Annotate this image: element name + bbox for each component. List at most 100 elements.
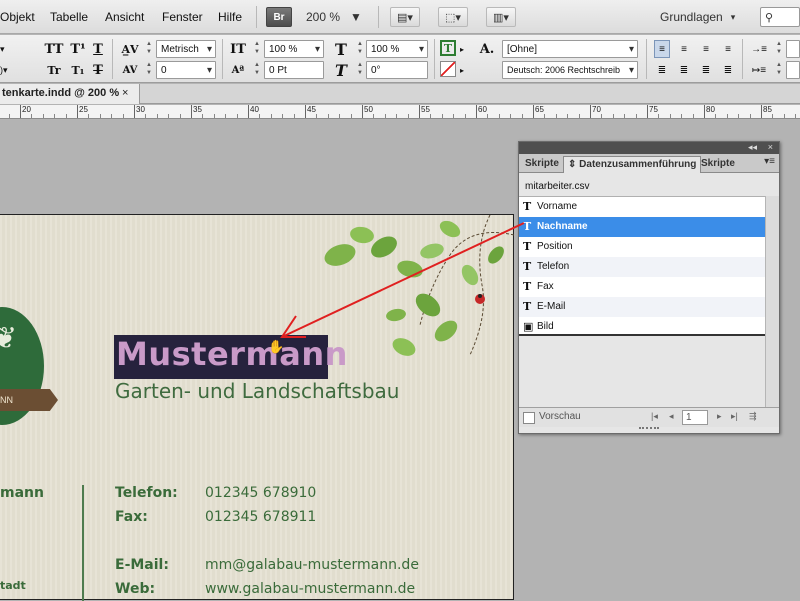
previous-record-icon[interactable]: ◂ [669,411,674,422]
all-caps-icon[interactable]: TT [44,40,64,58]
leading-field[interactable]: )▾ [0,61,28,79]
kerning-icon: A̲V [121,42,139,56]
close-icon[interactable]: × [122,84,128,103]
view-options-icon[interactable]: ▤▾ [390,7,420,27]
menu-fenster[interactable]: Fenster [162,10,203,24]
ruler-minor-tick [772,114,774,118]
horizontal-ruler[interactable]: 202530354045505560657075808590 [0,105,800,119]
record-number-input[interactable]: 1 [682,410,708,425]
next-record-icon[interactable]: ▸ [717,411,722,422]
chevron-right-icon[interactable]: ▸ [460,61,468,79]
language-select[interactable]: Deutsch: 2006 Rechtschreib [502,61,638,79]
ruler-minor-tick [99,114,101,118]
field-list[interactable]: T Vorname T Nachname T Position T Telefon T Fax T E… [519,196,765,336]
hscale-stepper[interactable]: ▲ ▼ [355,40,365,58]
last-record-icon[interactable]: ▸| [731,411,738,422]
left-city-partial[interactable]: tadt [0,579,26,592]
kerning-stepper[interactable]: ▲ ▼ [144,40,154,58]
kerning-select[interactable]: Metrisch [156,40,216,58]
align-right-icon[interactable]: ≡ [698,40,714,58]
tab-skripte-left[interactable]: Skripte [521,156,563,173]
stroke-color-icon[interactable] [440,61,456,77]
first-line-indent-field[interactable] [786,61,800,79]
tracking-select[interactable]: 0 [156,61,216,79]
character-style-select[interactable]: [Ohne] [502,40,638,58]
menu-ansicht[interactable]: Ansicht [105,10,144,24]
create-merged-document-icon[interactable]: ⇶ [749,411,757,422]
field-item[interactable]: T Nachname [519,217,765,237]
vertical-scale-select[interactable]: 100 % [264,40,324,58]
tab-datenzusammenfuehrung[interactable]: ⇕ Datenzusammenführung [563,156,702,173]
first-indent-stepper[interactable]: ▲ ▼ [774,61,784,79]
vscale-stepper[interactable]: ▲ ▼ [252,40,262,58]
leaf-icon: ❦ [0,322,18,355]
ruler-label: 65 [535,105,544,114]
field-item[interactable]: T Fax [519,277,765,297]
panel-menu-icon[interactable]: ▾≡ [764,156,775,167]
document-tab[interactable]: tenkarte.indd @ 200 % × [0,84,140,104]
menu-objekt[interactable]: Objekt [0,10,35,24]
left-indent-field[interactable] [786,40,800,58]
horizontal-scale-select[interactable]: 100 % [366,40,428,58]
align-left-icon[interactable]: ≡ [654,40,670,58]
phone-value[interactable]: 012345 678910 [205,485,316,501]
justify-all-icon[interactable]: ≣ [720,61,736,79]
menu-tabelle[interactable]: Tabelle [50,10,88,24]
arrange-documents-icon[interactable]: ▥▾ [486,7,516,27]
baseline-shift-field[interactable]: 0 Pt [264,61,324,79]
field-item[interactable]: T Vorname [519,197,765,217]
chevron-right-icon[interactable]: ▸ [460,40,468,58]
left-name-partial[interactable]: mann [0,485,44,501]
baseline-stepper[interactable]: ▲ ▼ [252,61,262,79]
zoom-select[interactable]: 200 % ▼ [306,7,366,27]
superscript-icon[interactable]: T¹ [68,40,88,58]
bridge-icon[interactable]: Br [266,7,292,27]
justify-right-icon[interactable]: ≣ [698,61,714,79]
name-text[interactable]: Mustermann [116,335,348,373]
field-label: Position [537,241,573,252]
panel-titlebar[interactable]: ◂◂ × [519,142,779,154]
email-value[interactable]: mm@galabau-mustermann.de [205,557,419,573]
indent-stepper[interactable]: ▲ ▼ [774,40,784,58]
field-item[interactable]: ▣ Bild [519,317,765,337]
character-style-icon: A. [479,41,495,57]
preview-checkbox[interactable] [523,412,535,424]
field-item[interactable]: T Position [519,237,765,257]
align-towards-spine-icon[interactable]: ≡ [720,40,736,58]
tagline-text[interactable]: Garten- und Landschaftsbau [115,379,399,403]
tab-skripte-right[interactable]: Skripte [697,156,739,173]
font-size-field[interactable]: ▾ [0,40,28,58]
skew-stepper[interactable]: ▲ ▼ [355,61,365,79]
strikethrough-icon[interactable]: T [90,61,106,79]
field-item[interactable]: T Telefon [519,257,765,277]
tracking-icon: AV [122,64,138,76]
business-card-page[interactable]: ❦ ANN Mustermann ✋ Garten- und Landschaf… [0,214,514,601]
first-record-icon[interactable]: |◂ [651,411,658,422]
tracking-stepper[interactable]: ▲ ▼ [144,61,154,79]
justify-center-icon[interactable]: ≣ [676,61,692,79]
align-center-icon[interactable]: ≡ [676,40,692,58]
screen-mode-icon[interactable]: ⬚▾ [438,7,468,27]
close-icon[interactable]: × [768,142,773,153]
underline-icon[interactable]: T [90,40,106,58]
fax-value[interactable]: 012345 678911 [205,509,316,525]
web-value[interactable]: www.galabau-mustermann.de [205,581,415,597]
data-merge-panel[interactable]: ◂◂ × Skripte ⇕ Datenzusammenführung Skri… [518,141,780,434]
cp-separator [222,39,223,79]
justify-left-icon[interactable]: ≣ [654,61,670,79]
ruler-label: 85 [763,105,772,114]
field-item[interactable]: T E-Mail [519,297,765,317]
resize-grip[interactable] [639,427,659,433]
skew-field[interactable]: 0° [366,61,428,79]
small-caps-icon[interactable]: Tr [44,61,64,79]
workspace-select[interactable]: Grundlagen ▾ [660,7,750,27]
scrollbar[interactable] [765,196,779,407]
subscript-icon[interactable]: T₁ [68,61,88,79]
menu-hilfe[interactable]: Hilfe [218,10,242,24]
field-label: E-Mail [537,301,566,312]
ruler-minor-tick [407,114,409,118]
collapse-icon[interactable]: ◂◂ [748,142,757,153]
fill-color-icon[interactable]: T [440,40,456,56]
search-input[interactable]: ⚲ [760,7,800,27]
ruler-minor-tick [669,114,671,118]
